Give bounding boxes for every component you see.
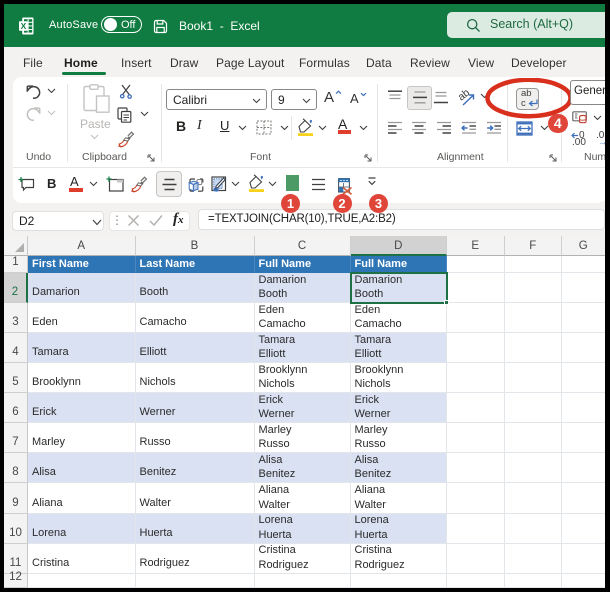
svg-text:X: X xyxy=(21,21,27,31)
